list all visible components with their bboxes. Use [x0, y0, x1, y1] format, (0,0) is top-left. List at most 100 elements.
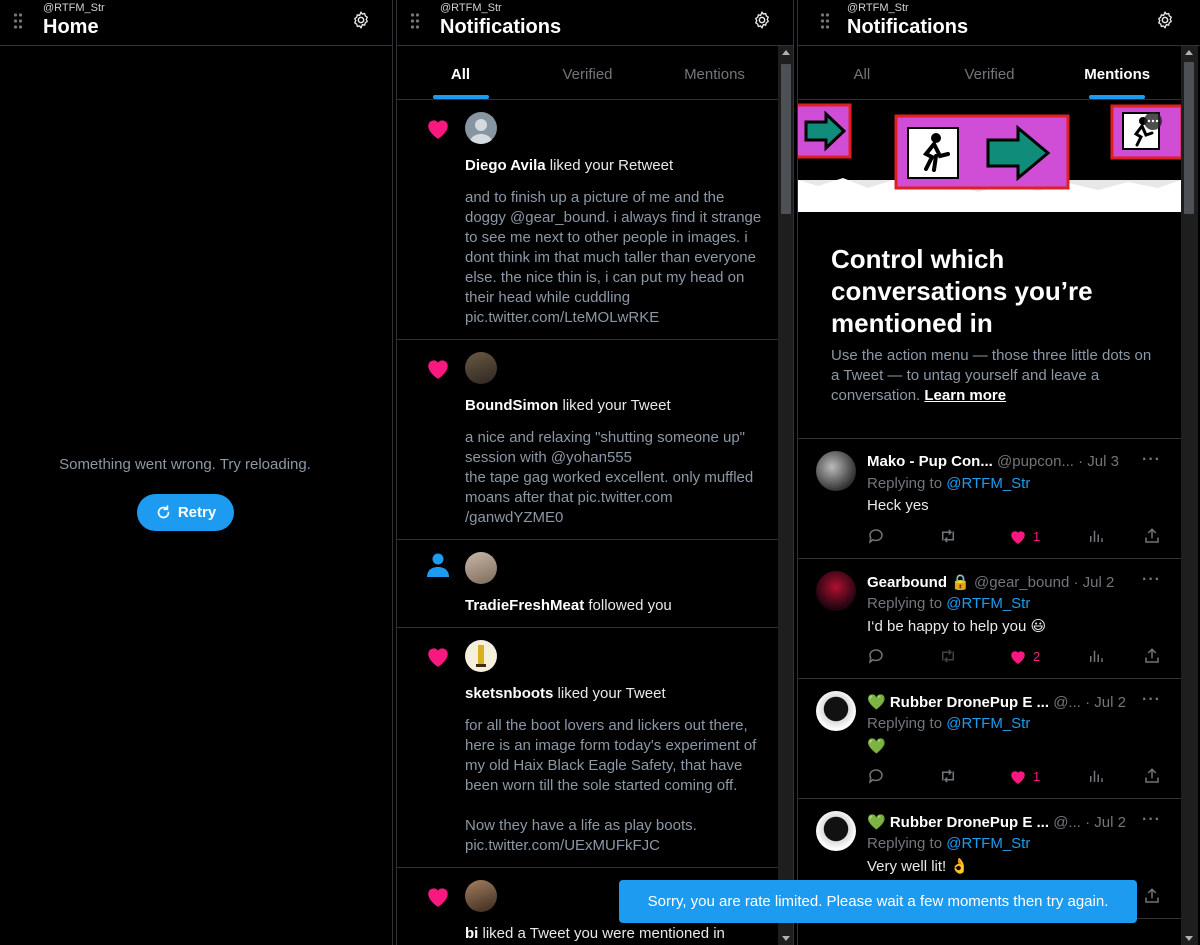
drag-handle-icon[interactable]	[13, 12, 23, 29]
reply-icon[interactable]	[867, 527, 885, 545]
analytics-icon[interactable]	[1087, 527, 1105, 545]
notification-summary: sketsnboots liked your Tweet	[465, 685, 666, 702]
notification-tabs: All Verified Mentions	[397, 46, 778, 100]
scroll-down-arrow-icon[interactable]	[782, 936, 790, 941]
tweet-text[interactable]: a nice and relaxing "shutting someone up…	[465, 428, 765, 528]
avatar[interactable]	[816, 811, 856, 851]
user-name[interactable]: bi	[465, 925, 478, 942]
notification-item[interactable]: sketsnboots liked your Tweet for all the…	[397, 628, 778, 868]
notification-item[interactable]: TradieFreshMeat followed you	[397, 540, 778, 628]
like-button[interactable]: 1	[1009, 527, 1040, 545]
more-options-icon[interactable]: ···	[1142, 451, 1161, 469]
share-icon[interactable]	[1143, 527, 1161, 545]
mentions-column: @RTFM_Str Notifications All Verified Men…	[797, 0, 1200, 945]
more-options-icon[interactable]: ···	[1142, 811, 1161, 829]
default-avatar-icon	[470, 119, 492, 144]
column-title: Notifications	[847, 16, 969, 38]
drag-handle-icon[interactable]	[820, 12, 830, 29]
scroll-up-arrow-icon[interactable]	[782, 50, 790, 55]
scroll-thumb[interactable]	[781, 64, 791, 214]
heart-icon	[428, 120, 448, 139]
like-button[interactable]: 1	[1009, 767, 1040, 785]
tweet-text[interactable]: and to finish up a picture of me and the…	[465, 188, 765, 328]
person-icon	[427, 553, 449, 577]
user-handle[interactable]: @...	[1053, 814, 1081, 831]
replying-to-handle[interactable]: @RTFM_Str	[946, 715, 1030, 732]
reply-icon[interactable]	[867, 647, 885, 665]
avatar[interactable]	[465, 352, 497, 384]
replying-to-handle[interactable]: @RTFM_Str	[946, 475, 1030, 492]
scroll-down-arrow-icon[interactable]	[1185, 936, 1193, 941]
user-handle[interactable]: @pupcon...	[997, 453, 1074, 470]
scroll-up-arrow-icon[interactable]	[1185, 50, 1193, 55]
reply-icon[interactable]	[867, 767, 885, 785]
mention-tweet[interactable]: Gearbound 🔒 @gear_bound · Jul 2 ··· Repl…	[798, 559, 1181, 679]
notification-summary: BoundSimon liked your Tweet	[465, 397, 671, 414]
drag-handle-icon[interactable]	[410, 12, 420, 29]
tab-mentions[interactable]: Mentions	[651, 46, 778, 99]
display-name[interactable]: Mako - Pup Con...	[867, 453, 993, 470]
tab-mentions[interactable]: Mentions	[1053, 46, 1181, 99]
tweet-date[interactable]: · Jul 2	[1085, 814, 1126, 831]
tweet-date[interactable]: · Jul 2	[1085, 694, 1126, 711]
user-handle[interactable]: @...	[1053, 694, 1081, 711]
avatar[interactable]	[816, 691, 856, 731]
scrollbar[interactable]	[1181, 46, 1198, 945]
retweet-icon[interactable]	[938, 527, 958, 545]
retweet-icon[interactable]	[938, 767, 958, 785]
gear-icon[interactable]	[351, 10, 371, 30]
avatar[interactable]	[465, 552, 497, 584]
mention-tweet[interactable]: Mako - Pup Con... @pupcon... · Jul 3 ···…	[798, 439, 1181, 559]
user-name[interactable]: BoundSimon	[465, 397, 558, 414]
avatar[interactable]	[816, 571, 856, 611]
user-handle[interactable]: @gear_bound	[974, 574, 1069, 591]
share-icon[interactable]	[1143, 887, 1161, 905]
more-options-icon[interactable]: ···	[1142, 691, 1161, 709]
replying-to-handle[interactable]: @RTFM_Str	[946, 835, 1030, 852]
scrollbar[interactable]	[778, 46, 793, 945]
analytics-icon[interactable]	[1087, 647, 1105, 665]
tab-all[interactable]: All	[397, 46, 524, 99]
replying-to: Replying to @RTFM_Str	[867, 475, 1030, 492]
gear-icon[interactable]	[752, 10, 772, 30]
avatar[interactable]	[465, 112, 497, 144]
tab-all[interactable]: All	[798, 46, 926, 99]
like-button[interactable]: 2	[1009, 647, 1040, 665]
tweet-header: 💚 Rubber DronePup E ... @... · Jul 2	[867, 813, 1167, 831]
tweet-date[interactable]: · Jul 3	[1078, 453, 1119, 470]
user-name[interactable]: sketsnboots	[465, 685, 553, 702]
avatar[interactable]	[465, 640, 497, 672]
gear-icon[interactable]	[1155, 10, 1175, 30]
analytics-icon[interactable]	[1087, 767, 1105, 785]
scroll-thumb[interactable]	[1184, 62, 1194, 214]
tweet-text: 💚	[867, 738, 886, 755]
tweet-date[interactable]: · Jul 2	[1074, 574, 1115, 591]
user-name[interactable]: TradieFreshMeat	[465, 597, 584, 614]
notification-item[interactable]: BoundSimon liked your Tweet a nice and r…	[397, 340, 778, 540]
tab-verified[interactable]: Verified	[524, 46, 651, 99]
display-name[interactable]: Gearbound 🔒	[867, 574, 970, 591]
share-icon[interactable]	[1143, 767, 1161, 785]
replying-to-handle[interactable]: @RTFM_Str	[946, 595, 1030, 612]
share-icon[interactable]	[1143, 647, 1161, 665]
column-header: @RTFM_Str Notifications	[798, 0, 1200, 46]
tab-verified[interactable]: Verified	[926, 46, 1054, 99]
heart-icon	[428, 888, 448, 907]
tweet-text[interactable]: for all the boot lovers and lickers out …	[465, 716, 765, 856]
user-name[interactable]: Diego Avila	[465, 157, 546, 174]
rate-limit-toast[interactable]: Sorry, you are rate limited. Please wait…	[619, 880, 1137, 923]
avatar[interactable]	[465, 880, 497, 912]
display-name[interactable]: 💚 Rubber DronePup E ...	[867, 814, 1049, 831]
notification-action: liked a Tweet you were mentioned in	[478, 925, 725, 942]
notification-item[interactable]: Diego Avila liked your Retweet and to fi…	[397, 100, 778, 340]
boot-icon	[476, 645, 486, 667]
replying-to: Replying to @RTFM_Str	[867, 835, 1030, 852]
display-name[interactable]: 💚 Rubber DronePup E ...	[867, 694, 1049, 711]
retweet-icon[interactable]	[938, 647, 958, 665]
learn-more-link[interactable]: Learn more	[924, 387, 1006, 404]
promo-text: Use the action menu — those three little…	[831, 346, 1161, 406]
avatar[interactable]	[816, 451, 856, 491]
mention-tweet[interactable]: 💚 Rubber DronePup E ... @... · Jul 2 ···…	[798, 679, 1181, 799]
more-options-icon[interactable]: ···	[1142, 571, 1161, 589]
retry-button[interactable]: Retry	[137, 494, 234, 531]
